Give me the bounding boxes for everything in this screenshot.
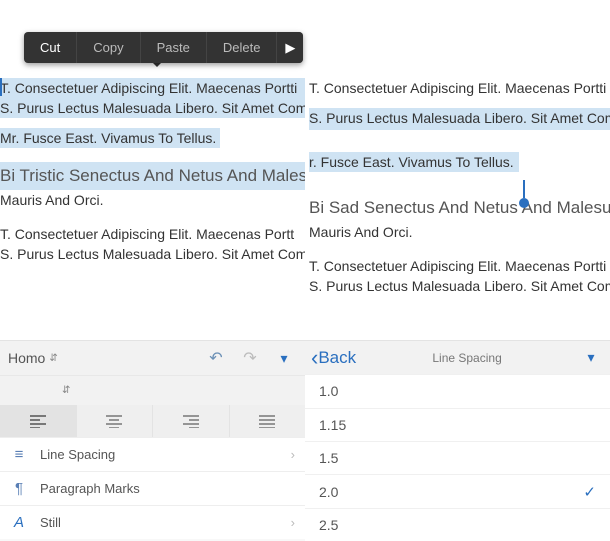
doc-line: r. Fusce East. Vivamus To Tellus. <box>309 152 519 172</box>
chevron-right-icon: › <box>291 447 295 462</box>
still-label: Still <box>40 515 61 530</box>
chevron-left-icon: ‹ <box>311 351 318 365</box>
text-icon: A <box>10 514 28 531</box>
doc-heading: Bi Sad Senectus And Netus And Malesuada … <box>309 194 610 222</box>
back-button[interactable]: ‹ Back <box>311 348 356 368</box>
doc-line: Mauris And Orci. <box>0 190 305 210</box>
doc-line: S. Purus Lectus Malesuada Libero. Sit Am… <box>309 276 610 296</box>
font-dropdown[interactable]: Homo ⇵ <box>8 350 58 366</box>
panel-title: Line Spacing <box>356 351 578 365</box>
paste-menu-item[interactable]: Paste <box>141 32 207 63</box>
spacing-option-1-5[interactable]: 1.5 <box>305 441 610 474</box>
doc-line: Mauris And Orci. <box>309 222 610 242</box>
delete-menu-item[interactable]: Delete <box>207 32 278 63</box>
undo-button[interactable]: ↶ <box>203 345 229 371</box>
still-row[interactable]: A Still › <box>0 505 305 539</box>
paragraph-icon: ¶ <box>10 480 28 497</box>
context-menu-more[interactable]: ▶ <box>277 32 303 63</box>
context-menu: Cut Copy Paste Delete ▶ <box>24 32 303 63</box>
dropdown-icon: ▾ <box>587 349 594 366</box>
doc-line: T. Consectetuer Adipiscing Elit. Maecena… <box>309 78 610 98</box>
updown-icon: ⇵ <box>49 353 57 364</box>
redo-button[interactable]: ↷ <box>237 345 263 371</box>
alignment-row <box>0 405 305 437</box>
doc-line: T. Consectetuer Adipiscing Elit. Maecena… <box>0 78 305 98</box>
align-justify-button[interactable] <box>230 405 306 437</box>
copy-menu-item[interactable]: Copy <box>77 32 140 63</box>
doc-line: S. Purus Lectus Malesuada Libero. Sit Am… <box>0 98 305 118</box>
back-label: Back <box>318 348 356 368</box>
line-spacing-label: Line Spacing <box>40 447 115 462</box>
doc-pane-right[interactable]: T. Consectetuer Adipiscing Elit. Maecena… <box>305 78 610 340</box>
doc-line: T. Consectetuer Adipiscing Elit. Maecena… <box>0 224 305 244</box>
spacing-value: 1.5 <box>319 450 338 466</box>
line-spacing-row[interactable]: ≡ Line Spacing › <box>0 437 305 471</box>
doc-heading: Bi Tristic Senectus And Netus And Malesu… <box>0 162 305 190</box>
doc-line: T. Consectetuer Adipiscing Elit. Maecena… <box>309 256 610 276</box>
dropdown-icon: ▾ <box>280 350 287 367</box>
paragraph-marks-row[interactable]: ¶ Paragraph Marks <box>0 471 305 505</box>
doc-line: S. Purus Lectus Malesuada Libero. Sit Am… <box>0 244 305 264</box>
play-icon: ▶ <box>285 40 295 56</box>
paragraph-marks-label: Paragraph Marks <box>40 481 140 496</box>
align-center-button[interactable] <box>77 405 154 437</box>
cut-menu-item[interactable]: Cut <box>24 32 77 63</box>
spacing-value: 2.5 <box>319 517 338 533</box>
doc-line: S. Purus Lectus Malesuada Libero. Sit Am… <box>309 108 610 130</box>
extra-dropdown[interactable]: ⇵ <box>8 385 70 396</box>
spacing-option-2-5[interactable]: 2.5 <box>305 508 610 541</box>
spacing-value: 1.0 <box>319 383 338 399</box>
check-icon: ✓ <box>583 483 596 501</box>
format-panel-left: Homo ⇵ ↶ ↷ ▾ ⇵ ≡ Line Spacing › ¶ <box>0 340 305 541</box>
spacing-value: 2.0 <box>319 484 338 500</box>
spacing-option-1-15[interactable]: 1.15 <box>305 408 610 441</box>
chevron-right-icon: › <box>291 515 295 530</box>
spacing-value: 1.15 <box>319 417 346 433</box>
updown-icon: ⇵ <box>62 385 70 396</box>
doc-line: Mr. Fusce East. Vivamus To Tellus. <box>0 128 220 148</box>
redo-icon: ↷ <box>243 348 256 368</box>
undo-icon: ↶ <box>209 348 222 368</box>
font-name: Homo <box>8 350 45 366</box>
align-left-button[interactable] <box>0 405 77 437</box>
doc-pane-left[interactable]: T. Consectetuer Adipiscing Elit. Maecena… <box>0 78 305 340</box>
spacing-option-1-0[interactable]: 1.0 <box>305 374 610 407</box>
panel-collapse-button[interactable]: ▾ <box>578 345 604 371</box>
align-right-button[interactable] <box>153 405 230 437</box>
line-spacing-icon: ≡ <box>10 446 28 463</box>
panel-collapse-button[interactable]: ▾ <box>271 345 297 371</box>
spacing-option-2-0[interactable]: 2.0 ✓ <box>305 474 610 507</box>
line-spacing-panel: ‹ Back Line Spacing ▾ 1.0 1.15 1.5 2.0✓ … <box>305 340 610 541</box>
